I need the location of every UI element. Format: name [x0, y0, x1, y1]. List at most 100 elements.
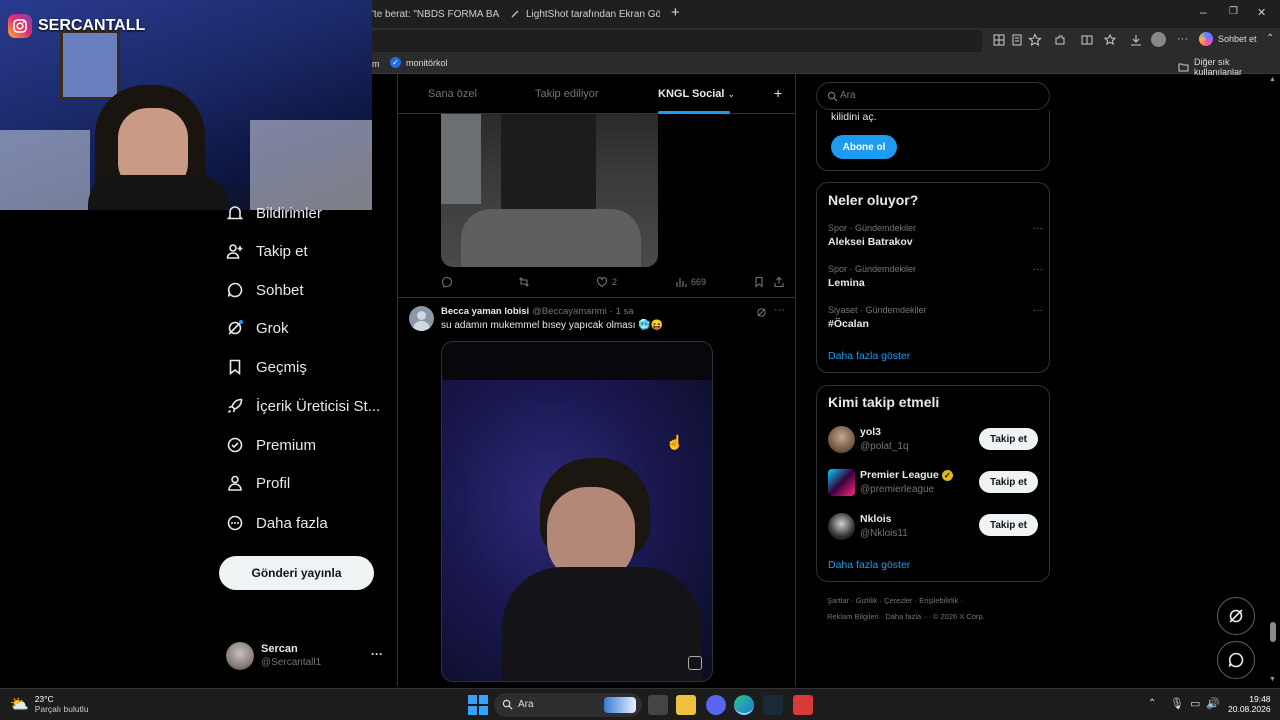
sidebar-item-premium[interactable]: Premium — [226, 436, 316, 454]
sidebar-item-more[interactable]: Daha fazla — [226, 514, 328, 532]
show-more-link[interactable]: Daha fazla göster — [828, 559, 910, 571]
taskbar-search[interactable]: Ara — [494, 693, 642, 717]
account-switcher[interactable]: Sercan @Sercantall1 ··· — [226, 641, 386, 673]
minimize-button[interactable]: – — [1200, 5, 1207, 19]
post-more-icon[interactable]: ··· — [774, 304, 785, 316]
follow-button[interactable]: Takip et — [979, 471, 1038, 493]
trend-more-icon[interactable]: ··· — [1033, 305, 1043, 316]
sidebar-item-profile[interactable]: Profil — [226, 474, 290, 492]
app-icon[interactable] — [793, 695, 813, 715]
sidebar-item-creator-studio[interactable]: İçerik Üreticisi St... — [226, 397, 380, 415]
address-bar[interactable] — [372, 30, 982, 52]
repost-icon — [519, 277, 529, 287]
account-handle: @Sercantall1 — [261, 657, 322, 668]
tab-kngl-social[interactable]: KNGL Social ⌄ — [658, 88, 735, 100]
favorites-icon[interactable] — [1104, 33, 1118, 47]
bookmark-item[interactable]: ✓ monitörkol — [390, 57, 448, 68]
bookmark-item[interactable]: m — [372, 59, 380, 69]
suggestion-name[interactable]: Nklois — [860, 513, 892, 525]
grok-icon[interactable] — [756, 307, 767, 318]
sidebar-item-notifications[interactable]: Bildirimler — [226, 204, 322, 222]
grok-fab[interactable] — [1217, 597, 1255, 635]
trend-item[interactable]: Spor · Gündemdekiler Aleksei Batrakov ··… — [828, 223, 1043, 248]
browser-tab[interactable]: 'te berat: "NBDS FORMA BANDA" ✕ — [372, 4, 500, 24]
clock[interactable]: 19:48 20.08.2026 — [1228, 694, 1271, 714]
share-button[interactable] — [773, 276, 785, 288]
task-view-icon[interactable] — [648, 695, 668, 715]
bookmark-button[interactable] — [753, 276, 765, 288]
avatar[interactable] — [828, 426, 855, 453]
timeline: Sana özel Takip ediliyor KNGL Social ⌄ +… — [397, 74, 796, 686]
file-explorer-icon[interactable] — [676, 695, 696, 715]
window-close-button[interactable]: ✕ — [1257, 6, 1266, 19]
tray-chevron-icon[interactable]: ⌃ — [1148, 698, 1156, 709]
microphone-icon[interactable]: 🎙 — [1170, 697, 1184, 710]
sidebar-item-chat[interactable]: Sohbet — [226, 281, 304, 299]
post-button[interactable]: Gönderi yayınla — [219, 556, 374, 590]
repost-button[interactable] — [518, 276, 530, 288]
maximize-button[interactable]: ❐ — [1229, 6, 1238, 17]
premier-league-logo[interactable] — [828, 469, 855, 496]
extensions-icon[interactable] — [1053, 33, 1067, 47]
reply-button[interactable] — [441, 276, 453, 288]
footer-links[interactable]: Şartlar · Gizlilik · Çerezler · Erişileb… — [827, 596, 963, 605]
trend-more-icon[interactable]: ··· — [1033, 264, 1043, 275]
sidebar-item-bookmarks[interactable]: Geçmiş — [226, 358, 307, 376]
trend-name: #Öcalan — [828, 318, 869, 330]
new-tab-button[interactable]: + — [671, 4, 680, 21]
follow-button[interactable]: Takip et — [979, 428, 1038, 450]
edge-icon[interactable] — [734, 695, 754, 715]
app-icon[interactable] — [992, 33, 1006, 47]
search-box[interactable]: Ara — [816, 82, 1050, 110]
suggestion-name[interactable]: yol3 — [860, 426, 881, 438]
active-tab-indicator — [658, 111, 730, 114]
weather-widget[interactable]: ⛅ 23°C Parçalı bulutlu — [10, 694, 89, 714]
start-button[interactable] — [468, 695, 488, 715]
steam-icon[interactable] — [763, 695, 783, 715]
tab-following[interactable]: Takip ediliyor — [535, 88, 599, 100]
post-media[interactable] — [441, 341, 713, 682]
downloads-icon[interactable] — [1129, 33, 1143, 47]
person-add-icon — [226, 244, 243, 259]
like-button[interactable]: 2 — [596, 276, 617, 288]
avatar[interactable] — [828, 513, 855, 540]
post-handle[interactable]: @Beccayamanmi — [532, 306, 607, 317]
trend-item[interactable]: Siyaset · Gündemdekiler #Öcalan ··· — [828, 305, 1043, 330]
scroll-up-icon[interactable]: ▲ — [1269, 76, 1276, 83]
scroll-down-icon[interactable]: ▼ — [1269, 676, 1276, 683]
add-tab-button[interactable]: + — [774, 85, 782, 101]
media-expand-icon[interactable] — [688, 656, 702, 670]
copilot-chat-button[interactable]: Sohbet et — [1199, 32, 1257, 46]
display-icon[interactable]: ▭ — [1190, 697, 1200, 710]
suggestion-name-row[interactable]: Premier League ✓ — [860, 469, 953, 481]
sidebar-item-grok[interactable]: Grok — [226, 319, 289, 337]
split-screen-icon[interactable] — [1080, 33, 1094, 47]
post-media[interactable] — [441, 114, 658, 267]
profile-avatar[interactable] — [1151, 32, 1166, 47]
other-favorites[interactable]: Diğer sık kullanılanlar — [1178, 57, 1280, 77]
tab-for-you[interactable]: Sana özel — [428, 88, 477, 100]
avatar[interactable] — [409, 306, 434, 331]
messages-fab[interactable] — [1217, 641, 1255, 679]
chevron-up-icon[interactable]: ⌃ — [1266, 33, 1274, 44]
post-time[interactable]: · 1 sa — [610, 306, 634, 317]
post-author[interactable]: Becca yaman lobisi — [441, 306, 529, 317]
reply-icon — [442, 276, 453, 288]
favorite-star-icon[interactable] — [1028, 33, 1042, 47]
browser-tab[interactable]: LightShot tarafından Ekran Görün ✕ — [510, 4, 660, 24]
show-more-link[interactable]: Daha fazla göster — [828, 350, 910, 362]
trend-item[interactable]: Spor · Gündemdekiler Lemina ··· — [828, 264, 1043, 289]
trend-more-icon[interactable]: ··· — [1033, 223, 1043, 234]
follow-button[interactable]: Takip et — [979, 514, 1038, 536]
views-button[interactable]: 669 — [675, 276, 706, 288]
account-more-icon[interactable]: ··· — [371, 647, 383, 661]
discord-icon[interactable] — [706, 695, 726, 715]
subscribe-button[interactable]: Abone ol — [831, 135, 897, 159]
footer-links[interactable]: Reklam Bilgileri · Daha fazla ··· © 2026… — [827, 612, 985, 621]
post-text: su adamın mukemmel bısey yapıcak olması … — [441, 320, 664, 331]
sidebar-item-follow[interactable]: Takip et — [226, 242, 308, 260]
reader-icon[interactable] — [1010, 33, 1024, 47]
more-icon[interactable]: ··· — [1177, 33, 1188, 45]
volume-icon[interactable]: 🔊 — [1206, 697, 1220, 710]
scrollbar-thumb[interactable] — [1270, 622, 1276, 642]
